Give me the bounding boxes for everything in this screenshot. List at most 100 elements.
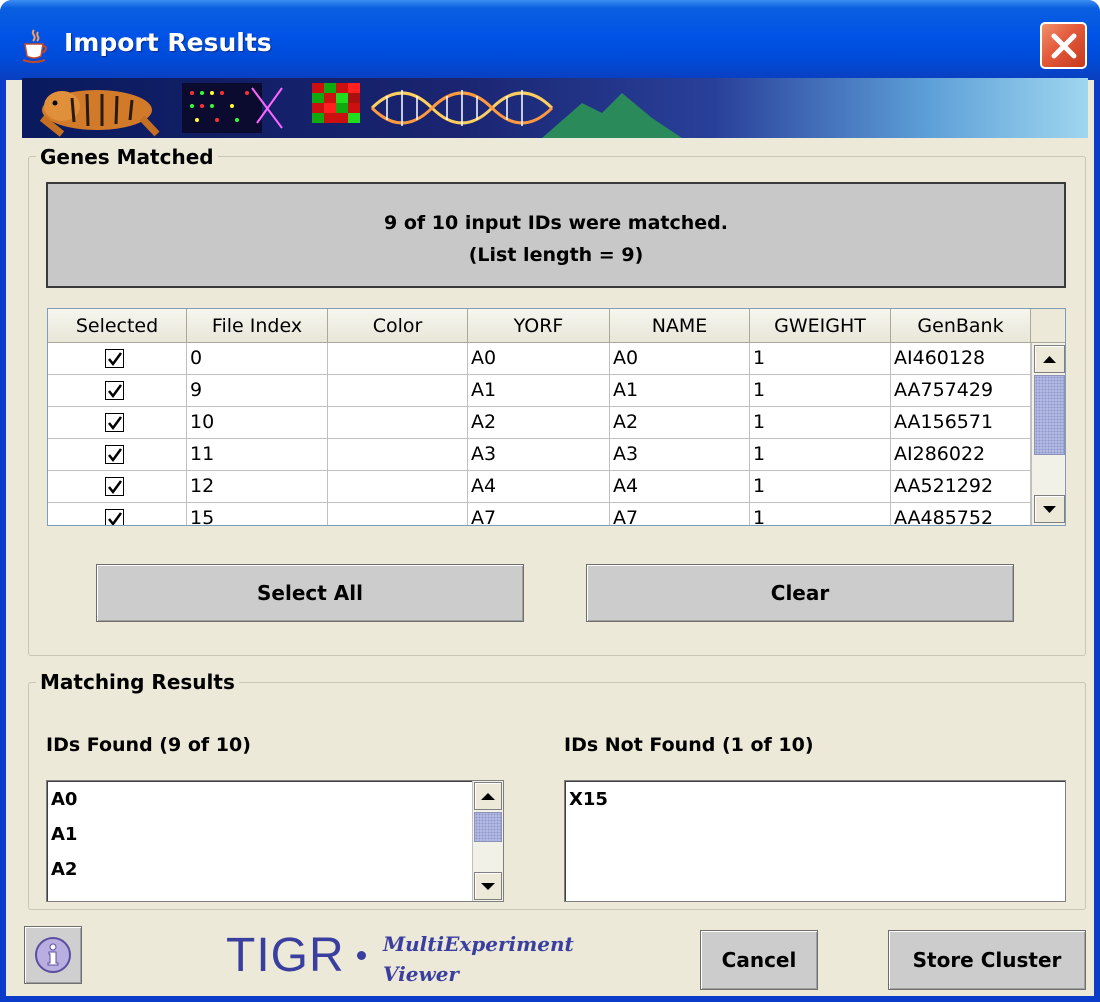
select-all-button[interactable]: Select All <box>96 564 524 622</box>
table-row[interactable]: 15 A7 A7 1 AA485752 <box>48 503 1031 525</box>
column-header-color[interactable]: Color <box>328 309 468 343</box>
row-checkbox[interactable] <box>105 381 124 400</box>
name-cell[interactable]: A2 <box>610 407 750 439</box>
ids-not-found-list[interactable]: X15 <box>564 780 1066 902</box>
clear-button[interactable]: Clear <box>586 564 1014 622</box>
table-body: 0 A0 A0 1 AI460128 9 A1 A1 1 AA757429 10 A2 A2 1 AA156… <box>48 343 1031 525</box>
selected-cell[interactable] <box>48 343 187 375</box>
color-cell[interactable] <box>328 439 468 471</box>
genbank-cell[interactable]: AI460128 <box>891 343 1031 375</box>
column-header-genbank[interactable]: GenBank <box>891 309 1031 343</box>
checkmark-icon <box>108 352 123 367</box>
gweight-cell[interactable]: 1 <box>750 343 891 375</box>
file-index-cell[interactable]: 9 <box>187 375 328 407</box>
checkmark-icon <box>108 512 123 525</box>
arrow-up-icon <box>481 793 495 800</box>
color-cell[interactable] <box>328 343 468 375</box>
match-summary-panel: 9 of 10 input IDs were matched. (List le… <box>46 182 1066 288</box>
yorf-cell[interactable]: A2 <box>468 407 610 439</box>
row-checkbox[interactable] <box>105 349 124 368</box>
name-cell[interactable]: A3 <box>610 439 750 471</box>
name-cell[interactable]: A0 <box>610 343 750 375</box>
yorf-cell[interactable]: A7 <box>468 503 610 525</box>
selected-cell[interactable] <box>48 471 187 503</box>
column-header-gweight[interactable]: GWEIGHT <box>750 309 891 343</box>
title-bar[interactable]: Import Results <box>0 0 1100 80</box>
gweight-cell[interactable]: 1 <box>750 471 891 503</box>
yorf-cell[interactable]: A1 <box>468 375 610 407</box>
yorf-cell[interactable]: A4 <box>468 471 610 503</box>
banner-artwork <box>39 83 682 138</box>
gweight-cell[interactable]: 1 <box>750 407 891 439</box>
found-list-scroll-down-button[interactable] <box>474 872 502 900</box>
table-row[interactable]: 9 A1 A1 1 AA757429 <box>48 375 1031 407</box>
table-row[interactable]: 10 A2 A2 1 AA156571 <box>48 407 1031 439</box>
gweight-cell[interactable]: 1 <box>750 439 891 471</box>
ids-not-found-label: IDs Not Found (1 of 10) <box>564 734 814 756</box>
mountain-graphic <box>542 93 682 138</box>
file-index-cell[interactable]: 0 <box>187 343 328 375</box>
close-button[interactable] <box>1040 22 1087 69</box>
table-row[interactable]: 12 A4 A4 1 AA521292 <box>48 471 1031 503</box>
yorf-cell[interactable]: A0 <box>468 343 610 375</box>
found-list-scroll-thumb[interactable] <box>474 812 502 842</box>
table-header: Selected File Index Color YORF NAME GWEI… <box>48 309 1031 343</box>
column-header-selected[interactable]: Selected <box>48 309 187 343</box>
tigr-logo: TIGR <box>226 929 345 982</box>
store-cluster-button[interactable]: Store Cluster <box>888 930 1086 990</box>
row-checkbox[interactable] <box>105 477 124 496</box>
column-header-yorf[interactable]: YORF <box>468 309 610 343</box>
checkmark-icon <box>108 384 123 399</box>
cancel-button[interactable]: Cancel <box>700 930 818 990</box>
genbank-cell[interactable]: AA757429 <box>891 375 1031 407</box>
genes-table: Selected File Index Color YORF NAME GWEI… <box>47 308 1066 526</box>
list-item[interactable]: A1 <box>51 824 77 845</box>
found-list-scroll-up-button[interactable] <box>474 782 502 810</box>
gweight-cell[interactable]: 1 <box>750 375 891 407</box>
table-scroll-down-button[interactable] <box>1034 495 1065 523</box>
table-row[interactable]: 11 A3 A3 1 AI286022 <box>48 439 1031 471</box>
found-list-vertical-scrollbar[interactable] <box>472 781 503 901</box>
file-index-cell[interactable]: 15 <box>187 503 328 525</box>
row-checkbox[interactable] <box>105 445 124 464</box>
name-cell[interactable]: A1 <box>610 375 750 407</box>
genbank-cell[interactable]: AA156571 <box>891 407 1031 439</box>
arrow-up-icon <box>1043 356 1056 363</box>
selected-cell[interactable] <box>48 407 187 439</box>
color-cell[interactable] <box>328 503 468 525</box>
row-checkbox[interactable] <box>105 509 124 525</box>
column-header-name[interactable]: NAME <box>610 309 750 343</box>
selected-cell[interactable] <box>48 375 187 407</box>
tiger-image <box>39 90 160 137</box>
gweight-cell[interactable]: 1 <box>750 503 891 525</box>
window-title: Import Results <box>64 28 272 57</box>
name-cell[interactable]: A4 <box>610 471 750 503</box>
info-button[interactable] <box>24 926 82 984</box>
tigr-logo-subtitle-1: MultiExperiment <box>383 932 574 956</box>
table-scroll-up-button[interactable] <box>1034 345 1065 373</box>
table-row[interactable]: 0 A0 A0 1 AI460128 <box>48 343 1031 375</box>
genbank-cell[interactable]: AI286022 <box>891 439 1031 471</box>
close-icon <box>1051 33 1077 59</box>
ids-found-list[interactable]: A0 A1 A2 <box>46 780 504 902</box>
list-item[interactable]: A2 <box>51 859 77 880</box>
list-item[interactable]: A0 <box>51 789 77 810</box>
selected-cell[interactable] <box>48 503 187 525</box>
row-checkbox[interactable] <box>105 413 124 432</box>
selected-cell[interactable] <box>48 439 187 471</box>
list-item[interactable]: X15 <box>569 789 608 810</box>
file-index-cell[interactable]: 11 <box>187 439 328 471</box>
name-cell[interactable]: A7 <box>610 503 750 525</box>
yorf-cell[interactable]: A3 <box>468 439 610 471</box>
file-index-cell[interactable]: 10 <box>187 407 328 439</box>
color-cell[interactable] <box>328 471 468 503</box>
genbank-cell[interactable]: AA485752 <box>891 503 1031 525</box>
color-cell[interactable] <box>328 375 468 407</box>
heatmap-strip <box>312 83 360 123</box>
genbank-cell[interactable]: AA521292 <box>891 471 1031 503</box>
column-header-file-index[interactable]: File Index <box>187 309 328 343</box>
table-scroll-thumb[interactable] <box>1034 375 1065 455</box>
file-index-cell[interactable]: 12 <box>187 471 328 503</box>
table-vertical-scrollbar[interactable] <box>1031 343 1065 525</box>
color-cell[interactable] <box>328 407 468 439</box>
